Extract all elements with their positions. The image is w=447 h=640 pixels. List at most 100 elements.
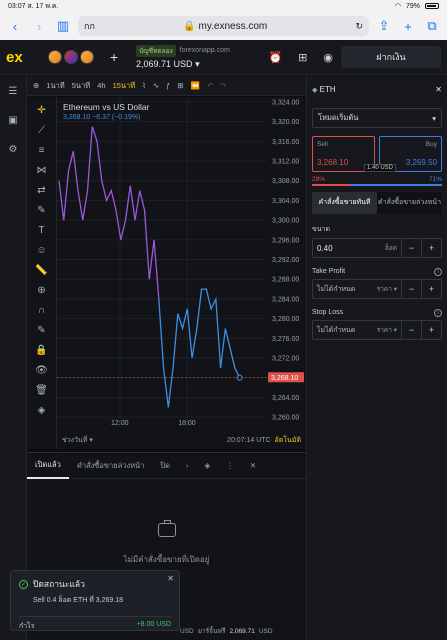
trash-icon[interactable]: 🗑 xyxy=(35,385,48,396)
add-indicator-icon[interactable]: ⊕ xyxy=(33,81,39,90)
tab-closed[interactable]: ปิด xyxy=(152,453,178,479)
replay-icon[interactable]: ⏪ xyxy=(191,81,200,90)
back-icon[interactable]: ‹ xyxy=(6,19,24,34)
close-panel-icon[interactable]: ✕ xyxy=(242,453,264,479)
toast-close-icon[interactable]: ✕ xyxy=(167,574,174,583)
zoom-in-icon[interactable]: ⊕ xyxy=(37,285,45,296)
reader-label[interactable]: กก xyxy=(84,19,95,33)
y-tick-label: 3,276.00 xyxy=(272,336,299,343)
timeframe-1m[interactable]: 1นาที xyxy=(46,80,64,92)
utc-clock: 20:07:14 UTC xyxy=(227,437,271,444)
deposit-button[interactable]: ฝากเงิน xyxy=(341,46,441,68)
asset-tab-icon[interactable] xyxy=(80,50,94,64)
tab-market-order[interactable]: คำสั่งซื้อขายทันที xyxy=(312,192,377,214)
volume-decrease-button[interactable]: − xyxy=(401,239,421,257)
volume-unit[interactable]: ล็อต xyxy=(385,243,401,253)
account-selector[interactable]: บัญชีทดลอง forexonapp.com 2,069.71 USD ▾ xyxy=(136,44,230,70)
tp-input[interactable]: ไม่ได้กำหนด xyxy=(313,284,377,295)
order-panel: ◆ ETH ✕ โหมดเริ่มต้น ▾ Sell 3,268.10 Buy … xyxy=(306,76,447,640)
alarm-clock-icon[interactable]: ⏰ xyxy=(268,51,282,64)
close-icon[interactable]: ✕ xyxy=(435,85,442,94)
tp-unit-select[interactable]: ราคา ▾ xyxy=(377,284,401,294)
calendar-icon[interactable]: ▣ xyxy=(8,115,17,126)
redo-icon[interactable]: ↷ xyxy=(220,81,226,90)
tp-decrease-button[interactable]: − xyxy=(401,280,421,298)
sl-increase-button[interactable]: + xyxy=(421,321,441,339)
lock-icon[interactable]: 🔒 xyxy=(35,345,47,356)
toast-detail: Sell 0.4 ล็อต ETH ที่ 3,269.18 xyxy=(33,597,124,604)
free-margin-value: 2,069.71 xyxy=(229,627,255,635)
tab-open-positions[interactable]: เปิดแล้ว xyxy=(27,453,69,479)
chart-footer: ช่วงวันที่ ▾ 20:07:14 UTC อัตโนมัติ xyxy=(57,432,306,449)
free-margin-unit: USD xyxy=(258,627,273,635)
indicators-icon[interactable]: ƒ xyxy=(166,81,170,90)
measure-icon[interactable]: ⇄ xyxy=(37,185,45,196)
fib-icon[interactable]: ≡ xyxy=(39,145,45,156)
buy-price: 3,269.50 xyxy=(405,158,437,167)
y-tick-label: 3,280.00 xyxy=(272,316,299,323)
emoji-icon[interactable]: ☺ xyxy=(36,245,46,256)
timeframe-5m[interactable]: 5นาที xyxy=(72,80,90,92)
info-icon[interactable]: i xyxy=(434,309,442,317)
address-bar[interactable]: กก 🔒 my.exness.com ↻ xyxy=(78,16,369,36)
chevron-right-icon[interactable]: › xyxy=(178,453,197,479)
profit-label: กำไร xyxy=(19,623,35,630)
sl-unit-select[interactable]: ราคา ▾ xyxy=(377,325,401,335)
y-tick-label: 3,324.00 xyxy=(272,99,299,106)
y-tick-label: 3,320.00 xyxy=(272,119,299,126)
forward-icon[interactable]: › xyxy=(30,19,48,34)
price-chart[interactable]: 3,324.00 3,320.00 3,316.00 3,312.00 3,308.00… xyxy=(57,97,306,449)
x-tick-label: 12:00 xyxy=(111,420,129,427)
asset-tab-icon[interactable] xyxy=(48,50,62,64)
ruler-icon[interactable]: 📏 xyxy=(35,265,47,276)
chart-type-icon[interactable]: ⌇ xyxy=(142,81,146,90)
sl-input[interactable]: ไม่ได้กำหนด xyxy=(313,325,377,336)
auto-scale-toggle[interactable]: อัตโนมัติ xyxy=(275,437,301,444)
tab-pending-orders[interactable]: คำสั่งซื้อขายล่วงหน้า xyxy=(69,453,153,479)
date-range-button[interactable]: ช่วงวันที่ ▾ xyxy=(62,435,93,446)
toast-title: ปิดสถานะแล้ว xyxy=(33,579,85,589)
sl-decrease-button[interactable]: − xyxy=(401,321,421,339)
layers-toggle-icon[interactable]: ◈ xyxy=(197,453,219,479)
chevron-down-icon: ▾ xyxy=(195,58,200,69)
timeframe-4h[interactable]: 4h xyxy=(97,81,105,90)
undo-icon[interactable]: ↶ xyxy=(207,81,213,90)
templates-icon[interactable]: ⊞ xyxy=(177,81,183,90)
y-tick-label: 3,284.00 xyxy=(272,296,299,303)
sentiment-bar xyxy=(312,184,442,186)
line-chart-icon[interactable]: ∿ xyxy=(153,81,159,90)
share-icon[interactable]: ⇪ xyxy=(375,18,393,34)
timeframe-15m[interactable]: 15นาที xyxy=(113,80,136,92)
layers-icon[interactable]: ◈ xyxy=(38,405,46,416)
volume-input[interactable]: 0.40 xyxy=(313,244,385,253)
tab-pending-order[interactable]: คำสั่งซื้อขายล่วงหน้า xyxy=(377,192,442,214)
add-asset-icon[interactable]: + xyxy=(110,49,124,65)
current-price-label: 3,268.10 xyxy=(271,375,298,382)
brush-icon[interactable]: ✎ xyxy=(37,205,45,216)
menu-icon[interactable]: ☰ xyxy=(9,86,18,97)
volume-increase-button[interactable]: + xyxy=(421,239,441,257)
reload-icon[interactable]: ↻ xyxy=(355,21,363,32)
user-profile-icon[interactable]: ◉ xyxy=(323,51,333,64)
tabs-icon[interactable]: ⧉ xyxy=(423,18,441,34)
pattern-icon[interactable]: ⋈ xyxy=(37,165,47,176)
asset-tab-icon[interactable] xyxy=(64,50,78,64)
apps-grid-icon[interactable]: ⊞ xyxy=(298,51,307,64)
new-tab-icon[interactable]: + xyxy=(399,19,417,34)
more-options-icon[interactable]: ⋮ xyxy=(218,453,242,479)
y-tick-label: 3,300.00 xyxy=(272,218,299,225)
tp-increase-button[interactable]: + xyxy=(421,280,441,298)
tp-label: Take Profit xyxy=(312,268,346,275)
y-tick-label: 3,312.00 xyxy=(272,159,299,166)
exness-logo[interactable]: ex xyxy=(6,49,34,66)
info-icon[interactable]: i xyxy=(434,268,442,276)
lock-drawing-icon[interactable]: ✎ xyxy=(37,325,45,336)
trend-line-icon[interactable]: ⟋ xyxy=(38,125,45,136)
text-tool-icon[interactable]: T xyxy=(38,225,44,236)
crosshair-icon[interactable]: ✛ xyxy=(37,105,45,116)
eye-icon[interactable]: 👁 xyxy=(35,365,48,376)
order-mode-select[interactable]: โหมดเริ่มต้น ▾ xyxy=(312,108,442,128)
settings-gear-icon[interactable]: ⚙ xyxy=(9,144,18,155)
bookmarks-icon[interactable]: ▥ xyxy=(54,18,72,34)
magnet-icon[interactable]: ∩ xyxy=(38,305,45,316)
